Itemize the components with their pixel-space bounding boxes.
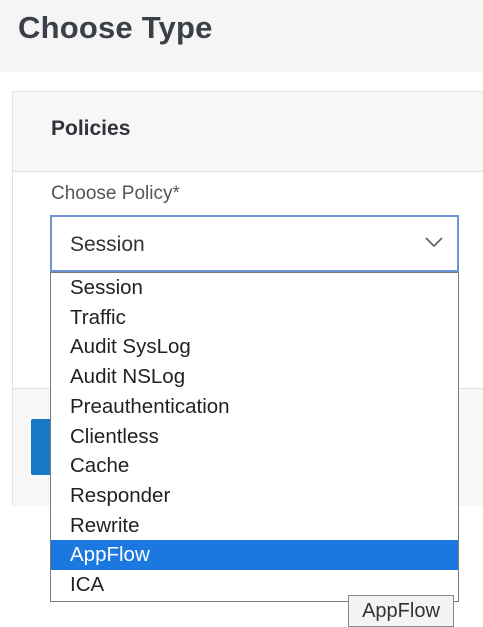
option-rewrite[interactable]: Rewrite [51, 511, 458, 541]
panel-title: Policies [51, 117, 131, 140]
option-traffic[interactable]: Traffic [51, 303, 458, 333]
chevron-down-icon [425, 237, 443, 248]
policy-dropdown-list[interactable]: Session Traffic Audit SysLog Audit NSLog… [50, 272, 459, 602]
option-clientless[interactable]: Clientless [51, 422, 458, 452]
tooltip: AppFlow [348, 595, 454, 627]
choose-policy-select[interactable]: Session [50, 215, 459, 272]
option-session[interactable]: Session [51, 273, 458, 303]
option-preauthentication[interactable]: Preauthentication [51, 392, 458, 422]
option-audit-syslog[interactable]: Audit SysLog [51, 332, 458, 362]
title-bar: Choose Type [0, 0, 483, 72]
choose-policy-label: Choose Policy* [51, 183, 180, 204]
option-responder[interactable]: Responder [51, 481, 458, 511]
page-title: Choose Type [18, 10, 213, 45]
select-value: Session [70, 233, 145, 256]
panel-header: Policies [13, 92, 483, 172]
option-appflow[interactable]: AppFlow [51, 540, 458, 570]
option-cache[interactable]: Cache [51, 451, 458, 481]
option-audit-nslog[interactable]: Audit NSLog [51, 362, 458, 392]
